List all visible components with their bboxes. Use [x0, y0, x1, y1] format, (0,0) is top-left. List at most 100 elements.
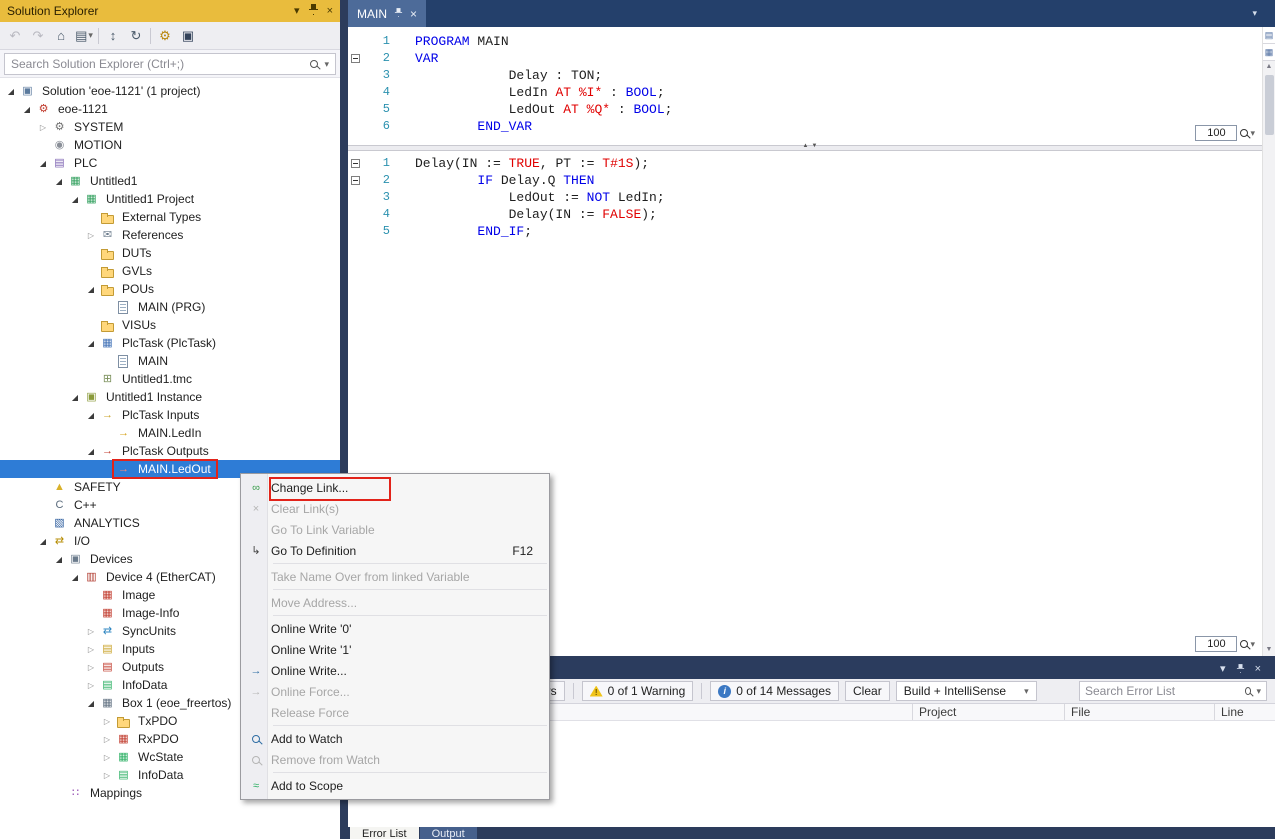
search-input[interactable] — [11, 57, 304, 71]
close-icon[interactable]: × — [410, 7, 417, 21]
menu-item-add-to-scope[interactable]: ≈Add to Scope — [241, 775, 549, 796]
expand-arrow-icon[interactable]: ▷ — [100, 717, 114, 726]
scroll-down-icon[interactable]: ▼ — [1263, 644, 1275, 656]
expand-arrow-icon[interactable]: ▷ — [84, 231, 98, 240]
code-text[interactable]: END_VAR — [415, 118, 532, 135]
tree-item[interactable]: MAIN (PRG) — [0, 298, 340, 316]
expand-arrow-icon[interactable]: ▷ — [84, 645, 98, 654]
menu-item-go-to-definition[interactable]: ↳Go To DefinitionF12 — [241, 540, 549, 561]
preview-selected-items-icon[interactable]: ▣ — [177, 25, 199, 47]
pin-icon[interactable] — [394, 7, 403, 21]
tree-item[interactable]: ◢▤PLC — [0, 154, 340, 172]
navigate-backward-icon[interactable]: ↶ — [4, 25, 26, 47]
collapse-arrow-icon[interactable]: ◢ — [68, 573, 82, 582]
switch-views-icon[interactable]: ▤▾ — [73, 25, 95, 47]
tree-item[interactable]: ⊞Untitled1.tmc — [0, 370, 340, 388]
menu-item-online-write[interactable]: →Online Write... — [241, 660, 549, 681]
expand-arrow-icon[interactable]: ▷ — [84, 627, 98, 636]
collapse-arrow-icon[interactable]: ◢ — [4, 87, 18, 96]
home-icon[interactable]: ⌂ — [50, 25, 72, 47]
tree-item[interactable]: ◢POUs — [0, 280, 340, 298]
collapse-arrow-icon[interactable]: ◢ — [52, 555, 66, 564]
expand-arrow-icon[interactable]: ▷ — [84, 681, 98, 690]
tree-item[interactable]: ▷⚙SYSTEM — [0, 118, 340, 136]
wrench-icon[interactable]: ⚙ — [154, 25, 176, 47]
tree-item[interactable]: ◉MOTION — [0, 136, 340, 154]
menu-item-change-link[interactable]: ∞Change Link... — [241, 477, 549, 498]
collapse-arrow-icon[interactable]: ◢ — [84, 447, 98, 456]
document-icon[interactable]: ▤ — [1263, 27, 1275, 44]
code-text[interactable]: IF Delay.Q THEN — [415, 172, 594, 189]
search-icon[interactable] — [1245, 687, 1251, 695]
clear-button[interactable]: Clear — [845, 681, 890, 701]
tab-main[interactable]: MAIN × — [348, 0, 426, 27]
tab-error-list[interactable]: Error List — [350, 827, 419, 839]
column-header-file[interactable]: File — [1065, 704, 1215, 720]
tree-item[interactable]: DUTs — [0, 244, 340, 262]
tree-item[interactable]: →MAIN.LedIn — [0, 424, 340, 442]
tab-list-chevron-icon[interactable]: ▾ — [1252, 8, 1275, 19]
tree-item[interactable]: GVLs — [0, 262, 340, 280]
code-text[interactable]: LedOut AT %Q* : BOOL; — [415, 101, 672, 118]
tree-item[interactable]: ◢▣Untitled1 Instance — [0, 388, 340, 406]
warnings-filter-button[interactable]: ! 0 of 1 Warning — [582, 681, 694, 701]
collapse-arrow-icon[interactable]: ◢ — [84, 699, 98, 708]
window-position-chevron-icon[interactable]: ▾ — [1220, 664, 1226, 675]
expand-arrow-icon[interactable]: ▷ — [100, 771, 114, 780]
auto-hide-pin-icon[interactable] — [309, 4, 318, 18]
editor-scroll-thumb[interactable] — [1265, 75, 1274, 135]
menu-item-online-write-0[interactable]: Online Write '0' — [241, 618, 549, 639]
code-text[interactable]: VAR — [415, 50, 438, 67]
collapse-arrow-icon[interactable]: ◢ — [20, 105, 34, 114]
refresh-icon[interactable]: ↻ — [125, 25, 147, 47]
code-text[interactable]: END_IF; — [415, 223, 532, 240]
tree-item[interactable]: ◢→PlcTask Outputs — [0, 442, 340, 460]
close-icon[interactable]: × — [1255, 664, 1261, 675]
filter-dropdown[interactable]: Build + IntelliSense ▾ — [896, 681, 1037, 701]
declaration-editor[interactable]: 1PROGRAM MAIN2VAR3 Delay : TON;4 LedIn A… — [348, 27, 1275, 145]
menu-item-online-write-1[interactable]: Online Write '1' — [241, 639, 549, 660]
editor-scrollbar[interactable]: ▤ ▦ ▲ ▼ — [1262, 27, 1275, 656]
code-text[interactable]: Delay : TON; — [415, 67, 602, 84]
scroll-up-icon[interactable]: ▲ — [1263, 61, 1275, 73]
tree-item[interactable]: ▷✉References — [0, 226, 340, 244]
tree-item[interactable]: ◢▣Solution 'eoe-1121' (1 project) — [0, 82, 340, 100]
fold-collapse-icon[interactable] — [351, 54, 360, 63]
tree-item[interactable]: ◢→PlcTask Inputs — [0, 406, 340, 424]
navigate-forward-icon[interactable]: ↷ — [27, 25, 49, 47]
expand-arrow-icon[interactable]: ▷ — [36, 123, 50, 132]
column-header-project[interactable]: Project — [913, 704, 1065, 720]
collapse-arrow-icon[interactable]: ◢ — [84, 285, 98, 294]
expand-arrow-icon[interactable]: ▷ — [100, 753, 114, 762]
tree-item[interactable]: ◢▦Untitled1 — [0, 172, 340, 190]
collapse-arrow-icon[interactable]: ◢ — [36, 159, 50, 168]
tree-item[interactable]: External Types — [0, 208, 340, 226]
collapse-arrow-icon[interactable]: ◢ — [68, 195, 82, 204]
search-icon[interactable] — [310, 60, 318, 68]
fold-collapse-icon[interactable] — [351, 159, 360, 168]
sync-with-active-document-icon[interactable]: ↕ — [102, 25, 124, 47]
code-text[interactable]: Delay(IN := TRUE, PT := T#1S); — [415, 155, 649, 172]
code-text[interactable]: PROGRAM MAIN — [415, 33, 509, 50]
expand-arrow-icon[interactable]: ▷ — [100, 735, 114, 744]
expand-arrow-icon[interactable]: ▷ — [84, 663, 98, 672]
tree-item[interactable]: ◢▦PlcTask (PlcTask) — [0, 334, 340, 352]
tree-item[interactable]: ◢▦Untitled1 Project — [0, 190, 340, 208]
column-header-line[interactable]: Line — [1215, 704, 1275, 720]
collapse-arrow-icon[interactable]: ◢ — [84, 411, 98, 420]
tab-output[interactable]: Output — [420, 827, 477, 839]
collapse-arrow-icon[interactable]: ◢ — [84, 339, 98, 348]
zoom-icon[interactable]: ▾ — [1240, 639, 1255, 650]
code-text[interactable]: LedOut := NOT LedIn; — [415, 189, 665, 206]
tree-item[interactable]: VISUs — [0, 316, 340, 334]
messages-filter-button[interactable]: i 0 of 14 Messages — [710, 681, 839, 701]
solution-explorer-titlebar[interactable]: Solution Explorer ▾ × — [0, 0, 340, 22]
auto-hide-pin-icon[interactable] — [1236, 663, 1245, 677]
fold-collapse-icon[interactable] — [351, 176, 360, 185]
grid-icon[interactable]: ▦ — [1263, 44, 1275, 61]
chevron-down-icon[interactable]: ▾ — [1256, 686, 1261, 697]
zoom-level[interactable]: 100 — [1195, 125, 1237, 141]
collapse-arrow-icon[interactable]: ◢ — [68, 393, 82, 402]
zoom-icon[interactable]: ▾ — [1240, 128, 1255, 139]
error-search-input[interactable] — [1085, 684, 1240, 698]
